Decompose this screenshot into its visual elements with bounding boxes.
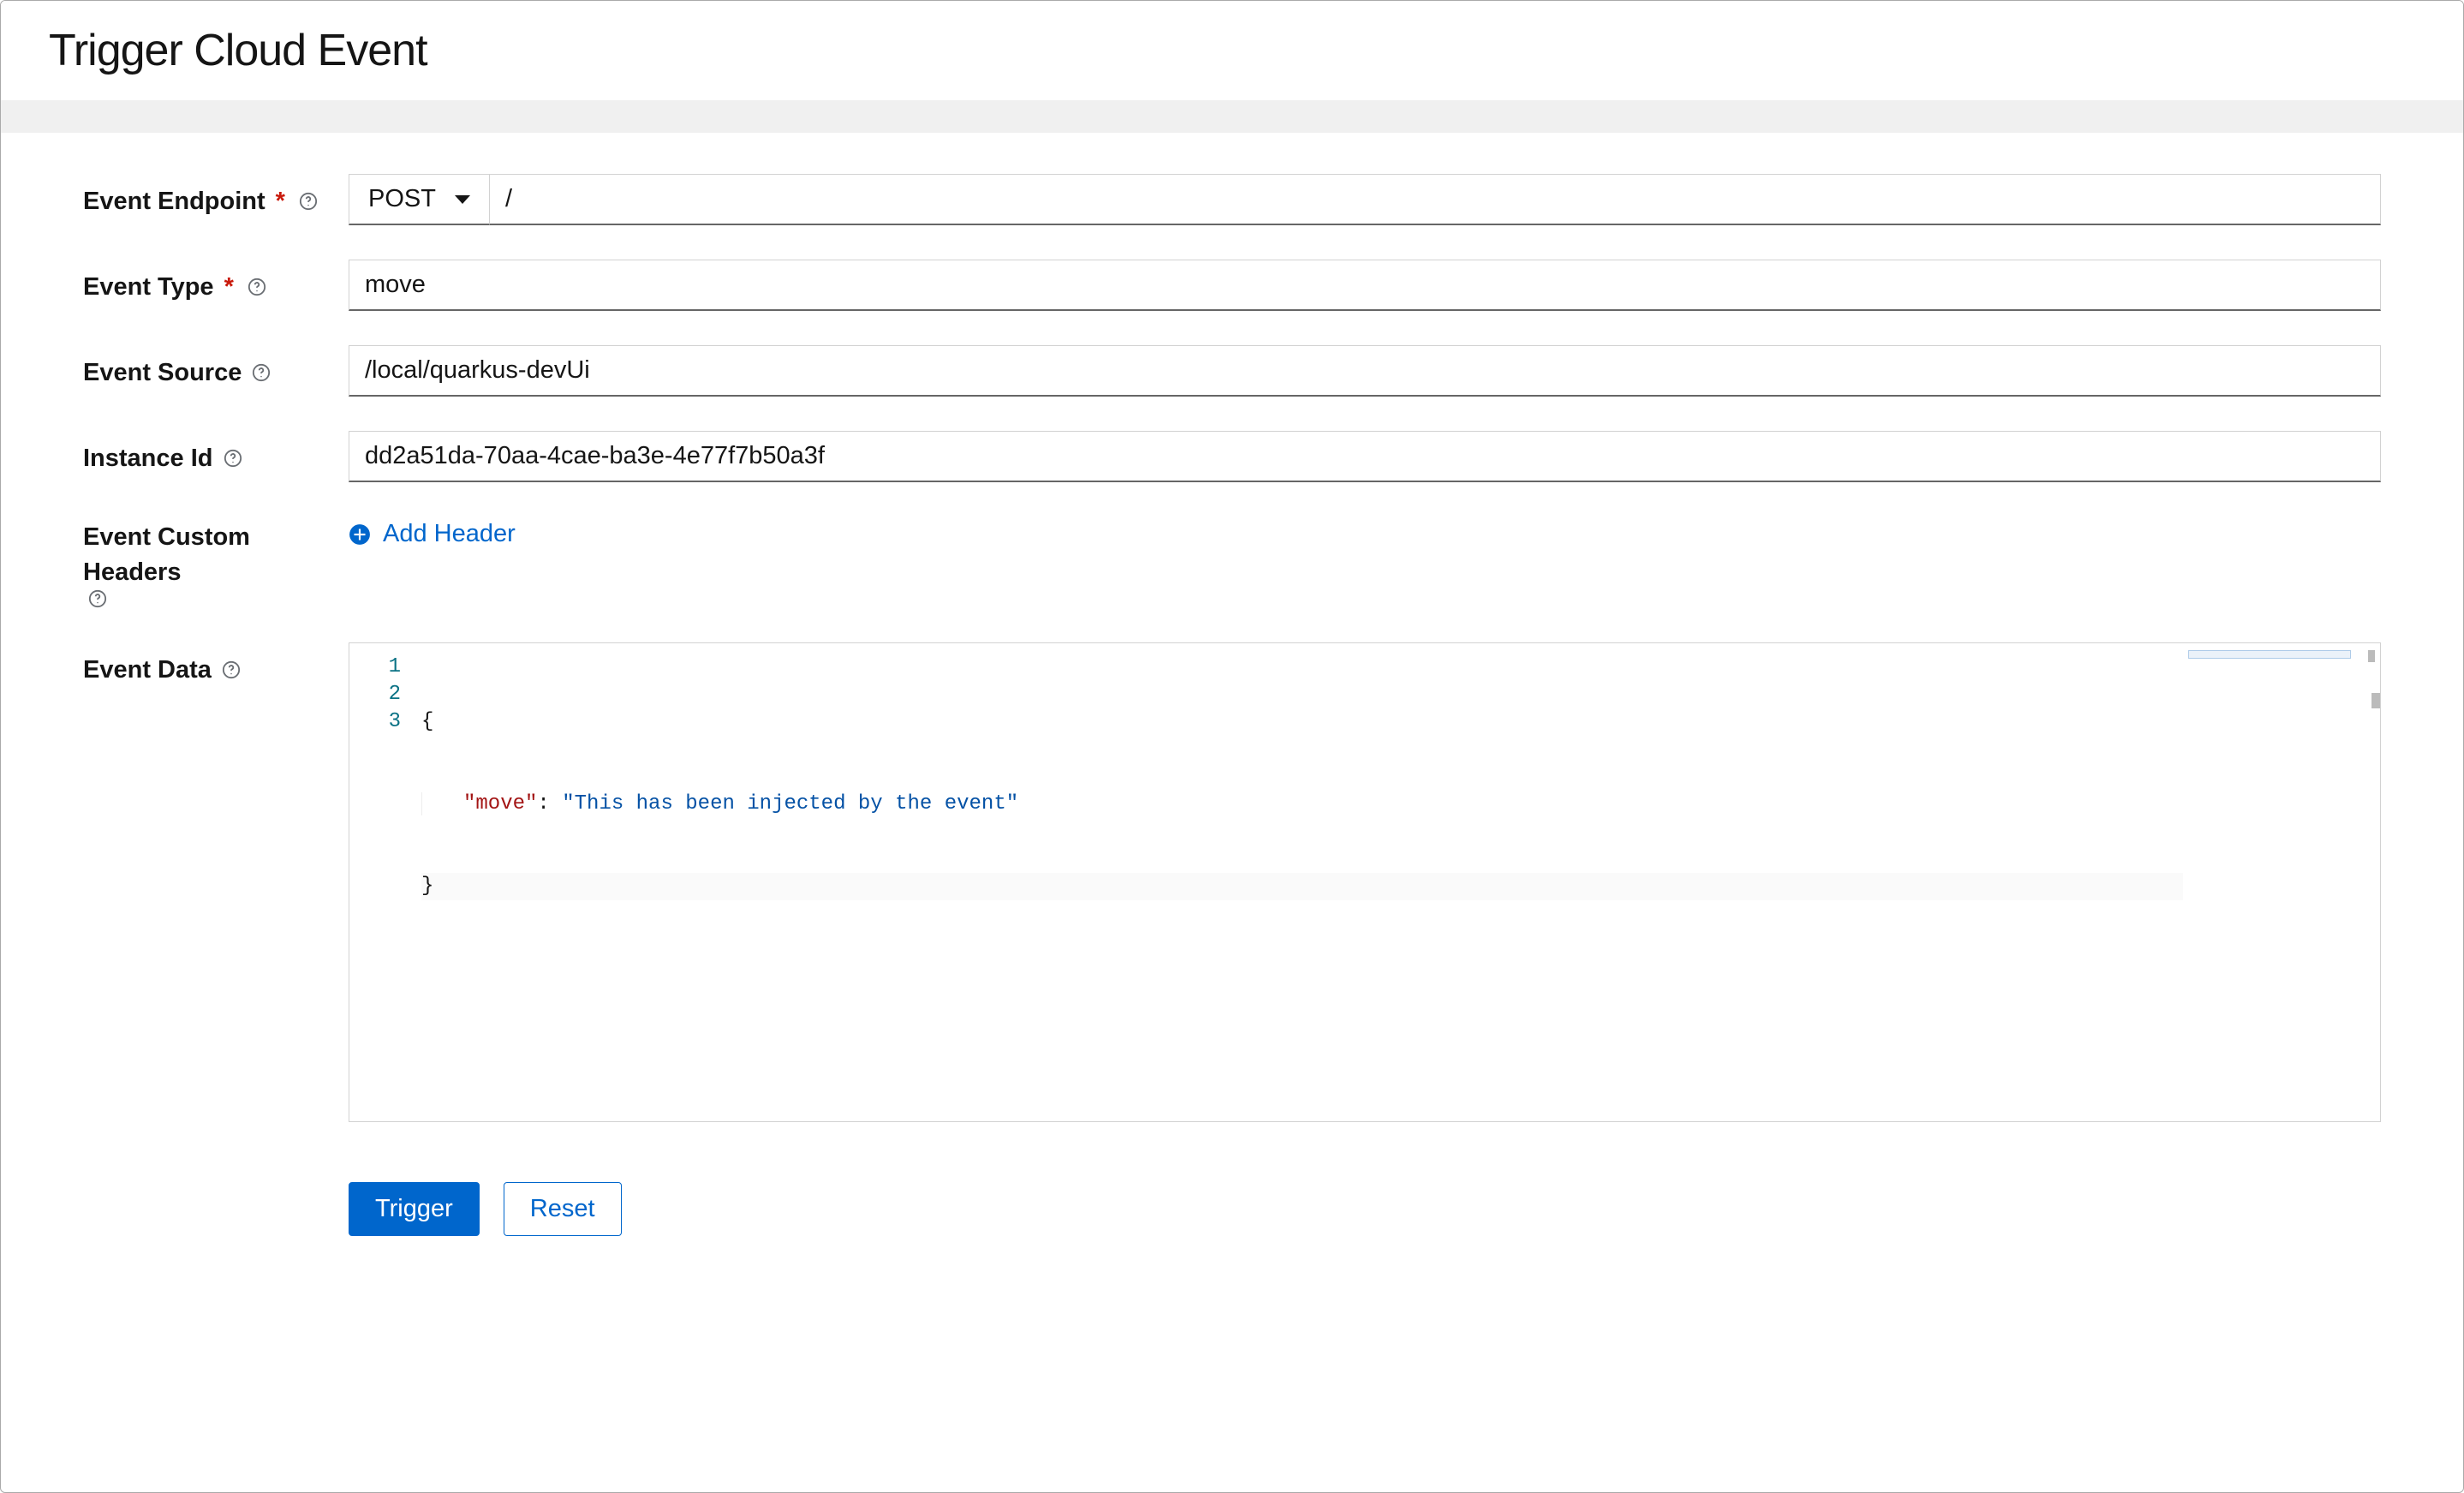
caret-down-icon [455, 195, 470, 204]
instance-id-input[interactable] [349, 431, 2381, 482]
http-method-select[interactable]: POST [349, 174, 490, 225]
help-icon[interactable] [299, 192, 318, 211]
custom-headers-label-text: Event Custom Headers [83, 520, 343, 589]
event-type-label-text: Event Type [83, 270, 214, 305]
event-endpoint-label: Event Endpoint * [83, 174, 349, 219]
editor-content[interactable]: { "move": "This has been injected by the… [411, 643, 2183, 1121]
code-token: { [421, 710, 433, 733]
required-marker: * [224, 270, 234, 305]
code-token: : [537, 792, 562, 815]
scrollbar-thumb[interactable] [2372, 693, 2380, 708]
line-number: 3 [349, 708, 401, 736]
endpoint-path-input[interactable] [490, 174, 2381, 225]
minimap-viewport [2188, 650, 2351, 659]
help-icon[interactable] [222, 660, 241, 679]
editor-minimap[interactable] [2183, 643, 2380, 1121]
event-source-label-text: Event Source [83, 355, 242, 391]
event-type-input[interactable] [349, 260, 2381, 311]
trigger-button[interactable]: Trigger [349, 1182, 480, 1236]
plus-circle-icon [349, 523, 371, 546]
line-number: 2 [349, 681, 401, 708]
line-number: 1 [349, 654, 401, 681]
required-marker: * [276, 184, 285, 219]
page-title: Trigger Cloud Event [49, 25, 2415, 76]
code-token: "move" [463, 792, 537, 815]
divider-band [1, 100, 2463, 133]
event-source-label: Event Source [83, 345, 349, 391]
reset-button[interactable]: Reset [504, 1182, 622, 1236]
event-data-editor[interactable]: 1 2 3 { "move": "This has been injected … [349, 642, 2381, 1122]
editor-gutter: 1 2 3 [349, 643, 411, 1121]
help-icon[interactable] [252, 363, 271, 382]
add-header-label: Add Header [383, 520, 516, 548]
http-method-value: POST [368, 185, 436, 213]
event-endpoint-label-text: Event Endpoint [83, 184, 265, 219]
custom-headers-label: Event Custom Headers [83, 517, 349, 608]
help-icon[interactable] [224, 449, 242, 468]
help-icon[interactable] [248, 278, 266, 296]
add-header-button[interactable]: Add Header [349, 517, 516, 548]
scrollbar-thumb[interactable] [2368, 650, 2375, 662]
instance-id-label: Instance Id [83, 431, 349, 476]
code-token: "This has been injected by the event" [562, 792, 1018, 815]
event-type-label: Event Type * [83, 260, 349, 305]
help-icon[interactable] [88, 589, 107, 608]
instance-id-label-text: Instance Id [83, 441, 213, 476]
event-source-input[interactable] [349, 345, 2381, 397]
code-token: } [421, 875, 433, 898]
event-data-label-text: Event Data [83, 653, 212, 688]
event-data-label: Event Data [83, 642, 349, 688]
